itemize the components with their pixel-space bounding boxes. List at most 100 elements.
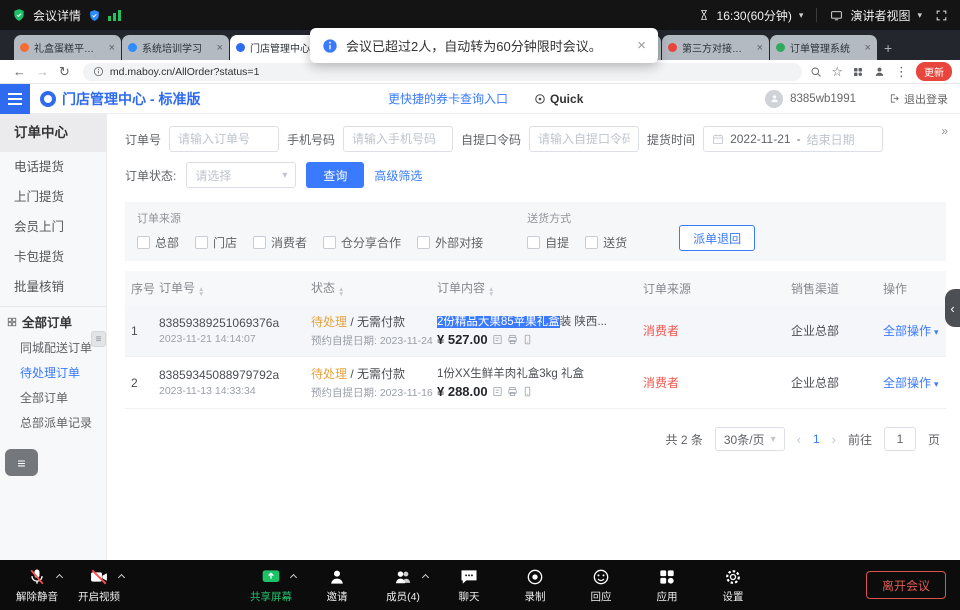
- col-order-no[interactable]: 订单号▲▼: [159, 279, 311, 297]
- sidebar-subitem-pending-orders[interactable]: 待处理订单: [0, 361, 106, 386]
- checkbox-icon[interactable]: [323, 236, 336, 249]
- view-mode-button[interactable]: 演讲者视图: [850, 7, 910, 24]
- browser-update-badge[interactable]: 更新: [916, 62, 952, 81]
- sort-icon[interactable]: ▲▼: [338, 288, 344, 297]
- browser-menu-icon[interactable]: ⋮: [895, 64, 908, 80]
- end-date-placeholder[interactable]: 结束日期: [807, 131, 855, 148]
- row-actions-dropdown[interactable]: 全部操作▾: [883, 374, 940, 391]
- apps-button[interactable]: 应用: [644, 567, 690, 604]
- sidebar-collapse-handle[interactable]: ≡: [91, 331, 106, 347]
- goto-page-input[interactable]: [884, 427, 916, 451]
- coupon-query-link[interactable]: 更快捷的券卡查询入口: [388, 90, 508, 107]
- settings-button[interactable]: 设置: [710, 567, 756, 604]
- back-icon[interactable]: ←: [13, 64, 26, 79]
- caret-up-icon[interactable]: [118, 573, 125, 580]
- sidebar-item-door-pickup[interactable]: 上门提货: [0, 182, 106, 212]
- mobile-icon[interactable]: [522, 334, 533, 345]
- pickup-code-input[interactable]: [529, 126, 639, 152]
- reactions-button[interactable]: 回应: [578, 567, 624, 604]
- sidebar-subitem-all-orders[interactable]: 全部订单: [0, 386, 106, 411]
- extensions-icon[interactable]: [852, 66, 864, 78]
- fullscreen-icon[interactable]: [935, 9, 948, 22]
- sidebar-item-member-visit[interactable]: 会员上门: [0, 212, 106, 242]
- toast-close-icon[interactable]: ×: [637, 37, 646, 54]
- mobile-icon[interactable]: [522, 386, 533, 397]
- sidebar-subitem-hq-dispatch-log[interactable]: 总部派单记录: [0, 411, 106, 436]
- checkbox-icon[interactable]: [137, 236, 150, 249]
- tab-close-icon[interactable]: ×: [757, 42, 763, 54]
- order-no-input[interactable]: [169, 126, 279, 152]
- prev-page-button[interactable]: ‹: [797, 432, 801, 447]
- members-button[interactable]: 成员(4): [380, 567, 426, 604]
- order-status-select[interactable]: 请选择 ▾: [186, 162, 296, 188]
- source-option-checkbox[interactable]: 门店: [195, 234, 237, 251]
- invite-button[interactable]: 邀请: [314, 567, 360, 604]
- logout-button[interactable]: 退出登录: [889, 91, 948, 107]
- checkbox-icon[interactable]: [585, 236, 598, 249]
- tab-close-icon[interactable]: ×: [109, 42, 115, 54]
- browser-tab[interactable]: 第三方对接管理平台 ×: [662, 35, 769, 60]
- right-panel-expand-handle[interactable]: ‹: [945, 289, 960, 327]
- meeting-timer[interactable]: 16:30(60分钟): [717, 7, 792, 24]
- table-row[interactable]: 1 83859389251069376a 2023-11-21 14:14:07…: [125, 305, 946, 357]
- checkbox-icon[interactable]: [527, 236, 540, 249]
- address-bar-input[interactable]: md.maboy.cn/AllOrder?status=1: [83, 63, 802, 81]
- next-page-button[interactable]: ›: [832, 432, 836, 447]
- phone-input[interactable]: [343, 126, 453, 152]
- checkbox-icon[interactable]: [195, 236, 208, 249]
- sort-icon[interactable]: ▲▼: [198, 288, 204, 297]
- sidebar-item-phone-pickup[interactable]: 电话提货: [0, 152, 106, 182]
- advanced-filter-link[interactable]: 高级筛选: [374, 167, 422, 184]
- avatar[interactable]: [765, 90, 783, 108]
- sidebar-item-batch-verify[interactable]: 批量核销: [0, 272, 106, 302]
- meeting-detail-button[interactable]: 会议详情: [33, 7, 81, 24]
- browser-tab[interactable]: 订单管理系统 ×: [770, 35, 877, 60]
- start-video-button[interactable]: 开启视频: [76, 567, 122, 604]
- dispatch-return-button[interactable]: 派单退回: [679, 225, 755, 251]
- share-screen-button[interactable]: 共享屏幕: [248, 567, 294, 604]
- print-icon[interactable]: [507, 334, 518, 345]
- note-icon[interactable]: [492, 334, 503, 345]
- current-page[interactable]: 1: [813, 432, 820, 446]
- source-option-checkbox[interactable]: 总部: [137, 234, 179, 251]
- browser-tab[interactable]: 系统培训学习 ×: [122, 35, 229, 60]
- note-icon[interactable]: [492, 386, 503, 397]
- col-status[interactable]: 状态▲▼: [311, 279, 437, 297]
- page-size-select[interactable]: 30条/页 ▾: [715, 427, 785, 451]
- delivery-option-checkbox[interactable]: 自提: [527, 234, 569, 251]
- sort-icon[interactable]: ▲▼: [488, 288, 494, 297]
- table-row[interactable]: 2 83859345088979792a 2023-11-13 14:33:34…: [125, 357, 946, 409]
- browser-tab[interactable]: 礼盒蛋糕平台管理中心 ×: [14, 35, 121, 60]
- view-caret-icon[interactable]: ▾: [917, 10, 922, 21]
- start-date-value[interactable]: 2022-11-21: [730, 132, 791, 146]
- record-button[interactable]: 录制: [512, 567, 558, 604]
- leave-meeting-button[interactable]: 离开会议: [866, 571, 946, 599]
- delivery-option-checkbox[interactable]: 送货: [585, 234, 627, 251]
- meeting-floating-panel-button[interactable]: ≡: [5, 449, 38, 476]
- sidebar-section-order-center[interactable]: 订单中心: [0, 114, 106, 152]
- timer-caret-icon[interactable]: ▾: [799, 10, 804, 21]
- search-icon[interactable]: [810, 66, 822, 78]
- caret-up-icon[interactable]: [290, 573, 297, 580]
- caret-up-icon[interactable]: [422, 573, 429, 580]
- page-info-icon[interactable]: [93, 66, 104, 77]
- search-button[interactable]: 查询: [306, 162, 364, 188]
- print-icon[interactable]: [507, 386, 518, 397]
- checkbox-icon[interactable]: [253, 236, 266, 249]
- source-option-checkbox[interactable]: 外部对接: [417, 234, 483, 251]
- bookmark-star-icon[interactable]: ☆: [831, 64, 843, 80]
- col-content[interactable]: 订单内容▲▼: [437, 279, 643, 297]
- sidebar-toggle-icon[interactable]: [0, 84, 30, 114]
- panel-collapse-icon[interactable]: »: [941, 124, 948, 138]
- unmute-button[interactable]: 解除静音: [14, 567, 60, 604]
- sidebar-group-all-orders[interactable]: 全部订单: [0, 306, 106, 336]
- caret-up-icon[interactable]: [56, 573, 63, 580]
- chat-button[interactable]: 聊天: [446, 567, 492, 604]
- shield-check-icon[interactable]: [88, 9, 101, 22]
- tab-close-icon[interactable]: ×: [865, 42, 871, 54]
- checkbox-icon[interactable]: [417, 236, 430, 249]
- new-tab-button[interactable]: +: [884, 40, 892, 56]
- profile-icon[interactable]: [873, 65, 886, 78]
- row-actions-dropdown[interactable]: 全部操作▾: [883, 322, 940, 339]
- quick-button[interactable]: Quick: [534, 92, 583, 106]
